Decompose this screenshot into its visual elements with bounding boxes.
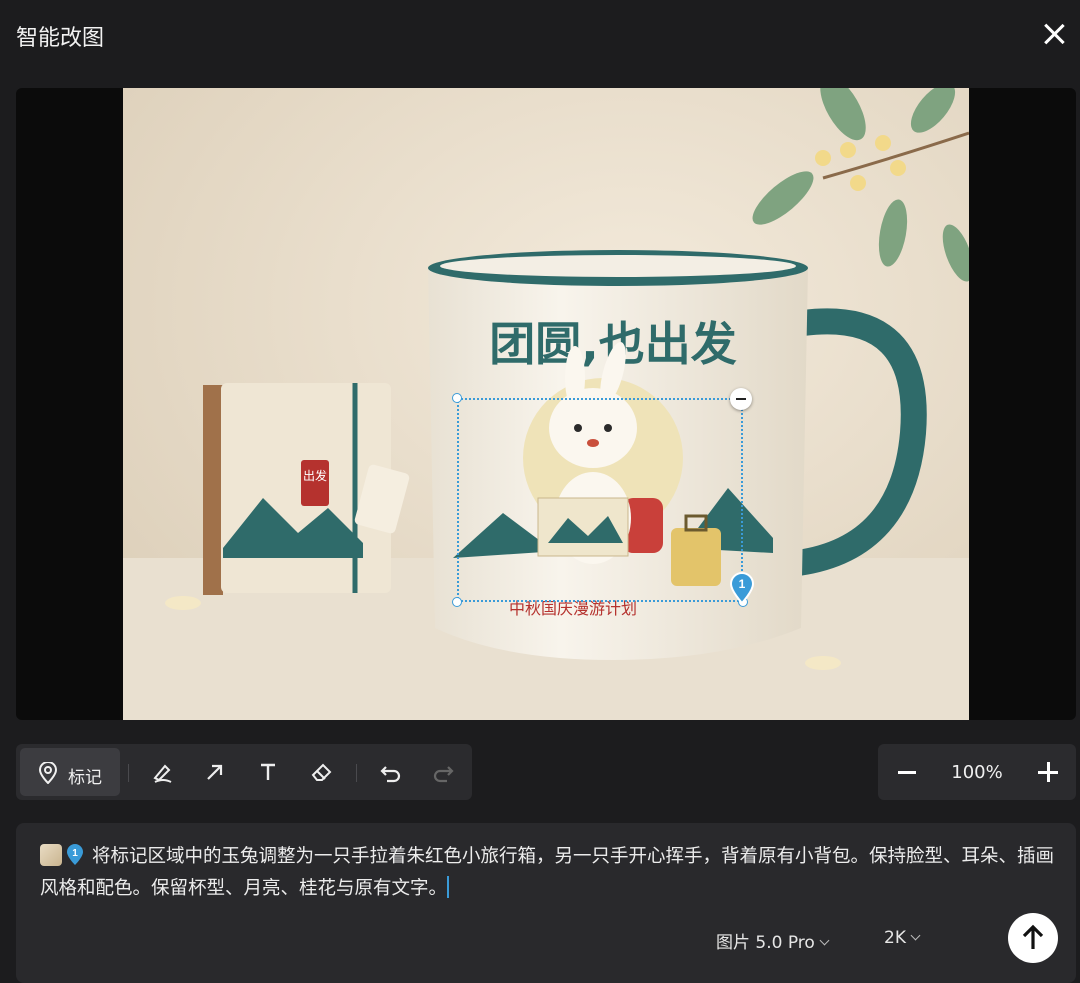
model-select-label: 图片 5.0 Pro [716, 933, 815, 953]
prompt-box[interactable]: 1 将标记区域中的玉兔调整为一只手拉着朱红色小旅行箱，另一只手开心挥手，背着原有… [16, 823, 1076, 983]
arrow-up-icon [1022, 924, 1044, 949]
edit-toolbar: 标记 [16, 744, 472, 800]
toolbar-divider [356, 764, 357, 782]
mark-tool-label: 标记 [68, 768, 102, 788]
resolution-select[interactable]: 2K [884, 928, 921, 948]
eraser-icon[interactable] [308, 758, 336, 786]
redo-icon[interactable] [430, 758, 458, 786]
image-canvas[interactable]: 出发 团圆,也出发 中秋国庆漫游计划 1 [16, 88, 1076, 720]
close-icon[interactable] [1040, 20, 1068, 48]
brush-icon[interactable] [149, 758, 177, 786]
text-icon[interactable] [254, 758, 282, 786]
undo-icon[interactable] [376, 758, 404, 786]
zoom-in-button[interactable] [1038, 762, 1058, 782]
dialog-title: 智能改图 [16, 26, 105, 51]
prompt-text: 将标记区域中的玉兔调整为一只手拉着朱红色小旅行箱，另一只手开心挥手，背着原有小背… [40, 846, 1055, 899]
mark-thumbnail [40, 844, 62, 866]
arrow-icon[interactable] [201, 758, 229, 786]
location-pin-icon [38, 762, 58, 784]
prompt-input[interactable]: 1 将标记区域中的玉兔调整为一只手拉着朱红色小旅行箱，另一只手开心挥手，背着原有… [40, 841, 1055, 905]
marker-number: 1 [739, 577, 746, 591]
chevron-down-icon [910, 930, 921, 941]
book-stamp-text: 出发 [303, 468, 327, 483]
zoom-out-button[interactable] [898, 771, 916, 774]
zoom-level: 100% [951, 762, 1003, 783]
selection-handle-tl[interactable] [452, 393, 462, 403]
selection-handle-bl[interactable] [452, 597, 462, 607]
resolution-select-label: 2K [884, 928, 906, 948]
send-button[interactable] [1008, 913, 1058, 963]
toolbar-divider [128, 764, 129, 782]
mark-ref-number: 1 [72, 848, 78, 859]
marker-pin-icon[interactable]: 1 [729, 572, 755, 604]
mark-ref-pin-icon: 1 [67, 844, 83, 865]
chevron-down-icon [819, 935, 830, 946]
mark-tool-button[interactable]: 标记 [20, 748, 120, 796]
mark-selection-box[interactable] [457, 398, 743, 602]
zoom-control: 100% [878, 744, 1076, 800]
model-select[interactable]: 图片 5.0 Pro [716, 928, 830, 953]
text-cursor [447, 876, 450, 898]
remove-mark-button[interactable] [730, 388, 752, 410]
